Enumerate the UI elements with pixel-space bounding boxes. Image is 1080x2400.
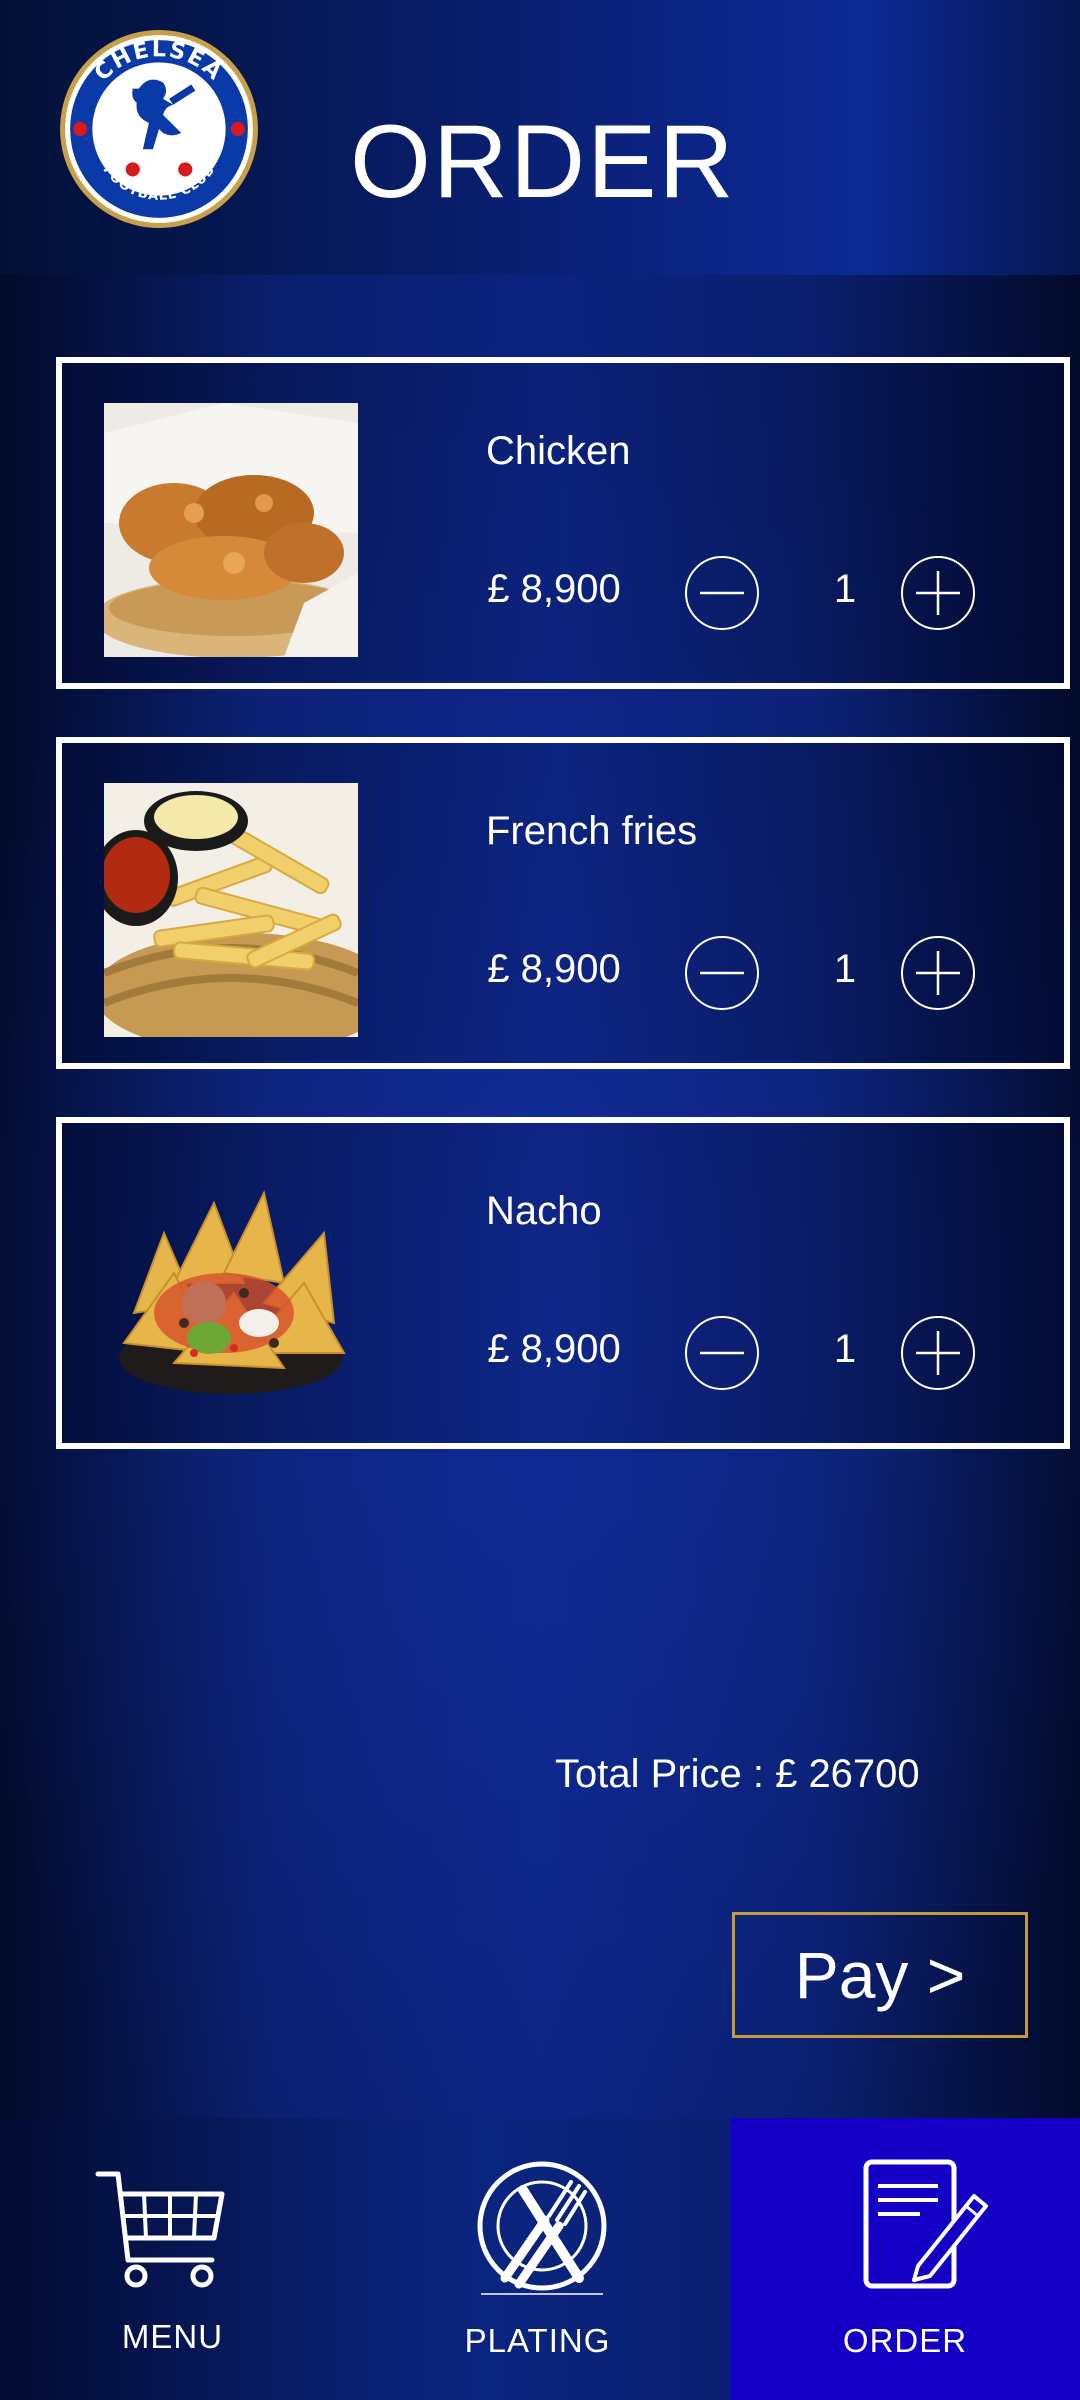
nav-plating[interactable]: PLATING	[345, 2118, 730, 2400]
cart-icon	[95, 2171, 225, 2288]
item-name: Chicken	[486, 429, 631, 473]
item-quantity: 1	[833, 567, 857, 611]
header: CHELSEA FOOTBALL CLUB ORDER	[0, 0, 1080, 275]
plus-icon[interactable]	[900, 1315, 976, 1391]
minus-icon[interactable]	[684, 555, 760, 631]
french-fries-image	[104, 783, 358, 1037]
minus-icon[interactable]	[684, 935, 760, 1011]
item-name: French fries	[486, 809, 698, 853]
page-title: ORDER	[350, 104, 736, 220]
item-quantity: 1	[833, 947, 857, 991]
order-item-card: Nacho £ 8,900 1	[56, 1117, 1070, 1449]
nav-order-label: ORDER	[842, 2322, 968, 2359]
nav-plating-label: PLATING	[464, 2322, 611, 2359]
plus-icon[interactable]	[900, 935, 976, 1011]
item-price: £ 8,900	[487, 1327, 621, 1371]
minus-icon[interactable]	[684, 1315, 760, 1391]
item-price: £ 8,900	[487, 947, 621, 991]
item-quantity: 1	[833, 1327, 857, 1371]
item-price: £ 8,900	[487, 567, 621, 611]
nav-menu[interactable]: MENU	[0, 2118, 345, 2400]
nav-order[interactable]: ORDER	[730, 2118, 1080, 2400]
order-item-card: Chicken £ 8,900 1	[56, 357, 1070, 689]
order-note-icon	[863, 2159, 988, 2289]
plate-icon	[477, 2161, 607, 2295]
order-item-card: French fries £ 8,900 1	[56, 737, 1070, 1069]
plus-icon[interactable]	[900, 555, 976, 631]
pay-button[interactable]: Pay >	[732, 1912, 1028, 2038]
bottom-nav: MENU PLATING ORDER	[0, 2118, 1080, 2400]
nav-menu-label: MENU	[121, 2318, 224, 2355]
item-name: Nacho	[486, 1189, 602, 1233]
chelsea-logo: CHELSEA FOOTBALL CLUB	[60, 30, 258, 228]
nachos-image	[104, 1163, 358, 1417]
fried-chicken-image	[104, 403, 358, 657]
total-price: Total Price : £ 26700	[555, 1752, 920, 1796]
